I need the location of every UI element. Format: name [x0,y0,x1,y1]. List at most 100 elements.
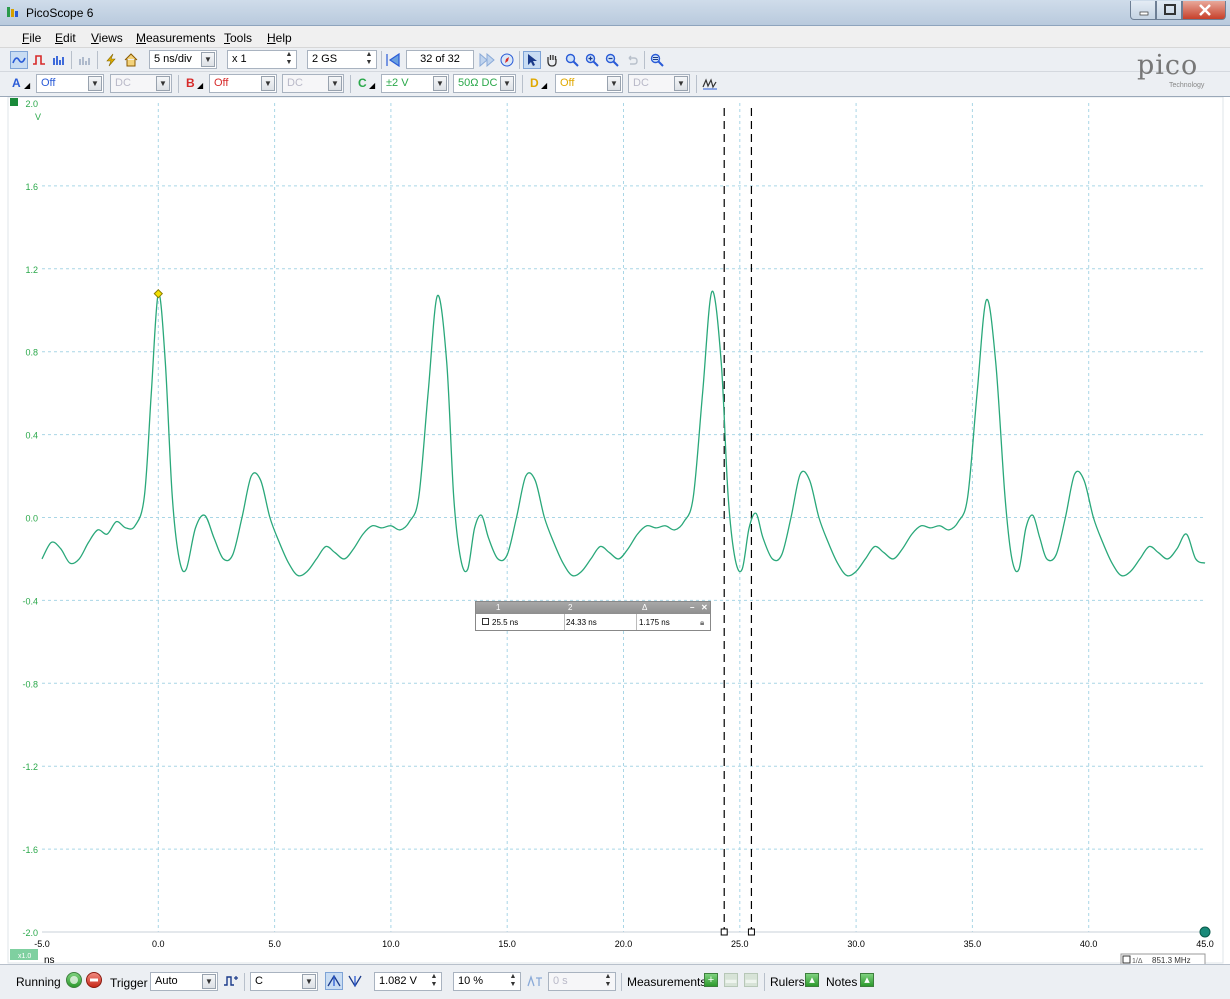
scope-view[interactable]: 2.0 1.6 1.2 0.8 0.4 0.0 -0.4 -0.8 -1.2 -1.6 -2.0 -… [0,96,1230,965]
post-trigger-delay-button[interactable] [526,972,544,990]
post-trigger-delay-spinner[interactable]: 0 s ▲ ▼ [548,972,616,991]
channel-d-coupling: DC [633,77,649,89]
y-tick-label: 0.4 [25,431,38,441]
rising-edge-icon [327,974,341,987]
maximize-button[interactable] [1156,1,1182,20]
channel-d-coupling-select[interactable]: DC ▼ [628,74,690,93]
scope-mode-button[interactable] [10,51,28,69]
buffer-navigator[interactable]: 32 of 32 [406,50,474,69]
zoom-factor-spinner[interactable]: x 1 ▲ ▼ [227,50,297,69]
sample-count-value: 2 GS [312,53,338,65]
ruler-readout-table[interactable]: 1 2 Δ – ✕ 25.5 ns 24.33 ns 1.175 ns 🔒︎ [475,601,711,631]
channel-axis-marker[interactable] [10,98,18,106]
toolbar-separator [381,51,382,69]
close-icon[interactable]: ✕ [701,603,708,612]
spinner-arrows-icon: ▲ ▼ [365,51,373,66]
minimize-icon[interactable]: – [690,603,694,612]
minimize-button[interactable] [1130,1,1156,20]
oscilloscope-chart[interactable]: 2.0 1.6 1.2 0.8 0.4 0.0 -0.4 -0.8 -1.2 -1.6 -2.0 -… [0,97,1230,965]
x-tick-label: 25.0 [731,939,749,949]
menu-file[interactable]: File [22,31,41,45]
toolbar-separator [644,51,645,69]
zoom-tool-button[interactable] [563,51,581,69]
ruler-legend-icon [482,618,489,625]
notes-toggle-button[interactable]: ▴ [860,973,874,987]
table-divider [564,614,565,630]
x-tick-label: -5.0 [34,939,50,949]
zoom-out-button[interactable] [603,51,621,69]
menu-help[interactable]: Help [267,31,292,45]
rising-edge-button[interactable] [325,972,343,990]
channel-b-label[interactable]: B [186,76,195,90]
add-measurement-button[interactable]: + [704,973,718,987]
chevron-down-icon: ▼ [328,76,342,91]
timebase-select[interactable]: 5 ns/div ▼ [149,50,217,69]
select-tool-button[interactable] [523,51,541,69]
zoom-in-button[interactable] [583,51,601,69]
default-setup-button[interactable] [122,51,140,69]
x-tick-label: 15.0 [498,939,516,949]
sample-count-spinner[interactable]: 2 GS ▲ ▼ [307,50,377,69]
home-icon [124,53,138,67]
edit-measurement-button[interactable]: ▬ [724,973,738,987]
channel-a-coupling-select[interactable]: DC ▼ [110,74,172,93]
falling-edge-button[interactable] [346,972,364,990]
pretrigger-spinner[interactable]: 10 % ▲ ▼ [453,972,521,991]
undo-zoom-button[interactable] [623,51,641,69]
menu-edit[interactable]: Edit [55,31,76,45]
toolbar-separator [621,973,622,991]
persistence-mode-button[interactable] [30,51,48,69]
trigger-mode-select[interactable]: Auto ▼ [150,972,218,991]
ruler-1-value: 25.5 ns [492,618,519,627]
title-bar: PicoScope 6 [0,0,1230,26]
acquisition-state: Running [16,975,61,989]
delete-measurement-button[interactable]: ▬ [744,973,758,987]
channel-a-label[interactable]: A [12,76,21,90]
channel-a-range-select[interactable]: Off ▼ [36,74,104,93]
menu-views[interactable]: Views [91,31,123,45]
channel-d-range-select[interactable]: Off ▼ [555,74,623,93]
hand-tool-button[interactable] [543,51,561,69]
x-axis-drag-handle[interactable] [1199,926,1211,938]
channel-b-coupling: DC [287,77,303,89]
rulers-toggle-button[interactable]: ▴ [805,973,819,987]
buffer-back-button[interactable] [384,51,402,69]
notes-label: Notes [826,975,858,989]
trigger-threshold-spinner[interactable]: 1.082 V ▲ ▼ [374,972,442,991]
math-channels-button[interactable] [701,75,719,93]
plot-frame [7,97,1224,964]
channel-b-coupling-select[interactable]: DC ▼ [282,74,344,93]
channel-options-button[interactable] [76,51,94,69]
close-button[interactable] [1182,1,1226,20]
time-rulers[interactable] [720,108,755,936]
spectrum-mode-button[interactable] [50,51,68,69]
y-unit-label: V [35,112,41,122]
channel-c-range-select[interactable]: ±2 V ▼ [381,74,449,93]
close-icon [1199,4,1211,16]
channel-d-label[interactable]: D [530,76,539,90]
x-tick-label: 30.0 [847,939,865,949]
advanced-trigger-button[interactable] [222,972,240,990]
pretrigger-value: 10 % [458,975,484,987]
trigger-marker[interactable] [153,288,164,299]
zoom-factor-value: x 1 [232,53,247,65]
menu-measurements[interactable]: Measurements [136,31,215,45]
lock-icon[interactable]: 🔒︎ [700,618,704,628]
auto-setup-button[interactable] [102,51,120,69]
spinner-arrows-icon: ▲ ▼ [604,973,612,988]
zoom-overview-button[interactable] [648,51,666,69]
trigger-source-select[interactable]: C ▼ [250,972,318,991]
buffer-overview-button[interactable] [498,51,516,69]
menu-tools[interactable]: Tools [224,31,252,45]
channel-b-range-select[interactable]: Off ▼ [209,74,277,93]
buffer-forward-button[interactable] [478,51,496,69]
channel-c-coupling-select[interactable]: 50Ω DC ▼ [453,74,516,93]
spectrum-icon [53,56,64,65]
start-button[interactable] [66,972,82,988]
stop-button[interactable] [86,972,102,988]
x-tick-label: 0.0 [152,939,165,949]
trigger-point-diamond [153,288,164,299]
falling-edge-icon [348,975,362,988]
channel-c-label[interactable]: C [358,76,367,90]
y-tick-label: 0.8 [25,348,38,358]
